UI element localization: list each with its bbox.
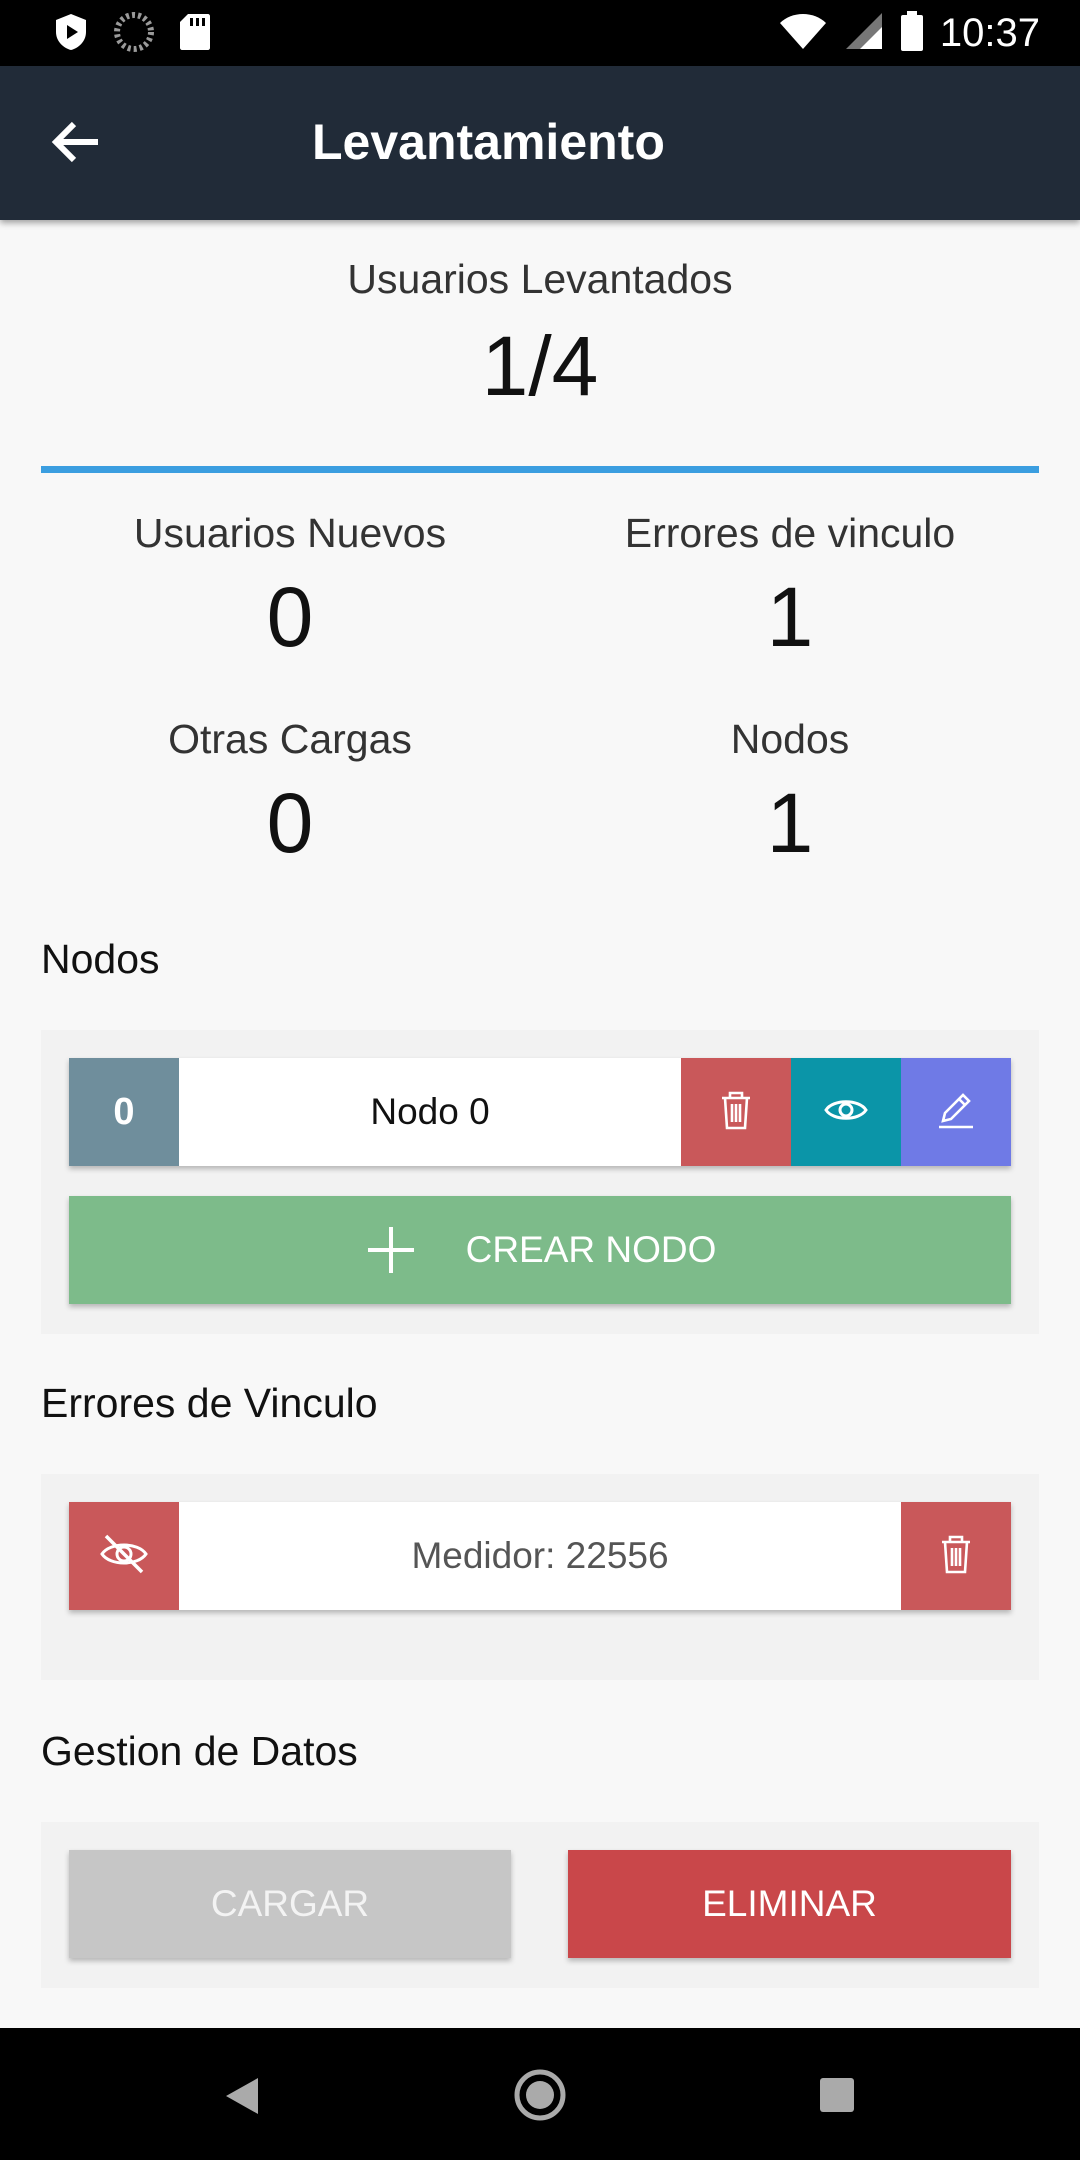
stat-value: 0 bbox=[266, 570, 314, 664]
errores-section-title: Errores de Vinculo bbox=[41, 1380, 378, 1426]
nodo-view-button[interactable] bbox=[791, 1058, 901, 1166]
nodo-row: 0 Nodo 0 bbox=[69, 1058, 1011, 1166]
stat-label: Usuarios Nuevos bbox=[133, 510, 447, 556]
page-title: Levantamiento bbox=[312, 114, 665, 170]
status-time: 10:37 bbox=[939, 11, 1040, 55]
error-row: Medidor: 22556 bbox=[69, 1502, 1011, 1610]
stat-nodos: Nodos 1 bbox=[520, 716, 1060, 872]
nodo-name: Nodo 0 bbox=[370, 1091, 490, 1132]
usuarios-levantados-label: Usuarios Levantados bbox=[347, 256, 733, 302]
nodo-delete-button[interactable] bbox=[681, 1058, 791, 1166]
plus-icon bbox=[364, 1223, 418, 1277]
nodo-index-badge: 0 bbox=[69, 1058, 179, 1166]
usuarios-levantados-value: 1/4 bbox=[481, 319, 599, 413]
nav-back-icon[interactable] bbox=[222, 2074, 262, 2123]
loading-icon bbox=[114, 12, 154, 57]
shield-icon bbox=[52, 12, 90, 57]
wifi-icon bbox=[778, 11, 828, 56]
eye-off-icon bbox=[98, 1528, 150, 1585]
gestion-section-title: Gestion de Datos bbox=[41, 1728, 358, 1774]
crear-nodo-label: CREAR NODO bbox=[465, 1229, 717, 1270]
nav-home-icon[interactable] bbox=[513, 2068, 567, 2127]
navigation-bar bbox=[0, 2028, 1080, 2160]
trash-icon bbox=[714, 1088, 758, 1137]
stat-errores-vinculo: Errores de vinculo 1 bbox=[520, 510, 1060, 666]
battery-icon bbox=[900, 10, 924, 57]
pencil-icon bbox=[933, 1087, 979, 1138]
nodo-edit-button[interactable] bbox=[901, 1058, 1011, 1166]
error-label: Medidor: 22556 bbox=[411, 1535, 669, 1576]
stat-label: Otras Cargas bbox=[168, 716, 412, 762]
stat-usuarios-nuevos: Usuarios Nuevos 0 bbox=[20, 510, 560, 666]
stat-label: Errores de vinculo bbox=[624, 510, 956, 556]
app-bar: Levantamiento bbox=[0, 66, 1080, 220]
stat-label: Nodos bbox=[730, 716, 850, 762]
nav-recents-icon[interactable] bbox=[818, 2076, 856, 2119]
crear-nodo-button[interactable]: CREAR NODO bbox=[69, 1196, 1011, 1304]
stat-value: 1 bbox=[766, 776, 814, 870]
signal-icon bbox=[844, 11, 884, 56]
status-bar: 10:37 bbox=[0, 0, 1080, 66]
stat-otras-cargas: Otras Cargas 0 bbox=[20, 716, 560, 872]
error-delete-button[interactable] bbox=[901, 1502, 1011, 1610]
stat-value: 0 bbox=[266, 776, 314, 870]
nodos-section-title: Nodos bbox=[41, 936, 160, 982]
sd-card-icon bbox=[178, 12, 212, 57]
error-hide-button[interactable] bbox=[69, 1502, 179, 1610]
cargar-button[interactable]: CARGAR bbox=[69, 1850, 511, 1958]
progress-divider bbox=[41, 466, 1039, 473]
back-arrow-icon[interactable] bbox=[48, 114, 104, 170]
eye-icon bbox=[823, 1087, 869, 1138]
trash-icon bbox=[934, 1532, 978, 1581]
eliminar-button[interactable]: ELIMINAR bbox=[568, 1850, 1011, 1958]
stat-value: 1 bbox=[766, 570, 814, 664]
